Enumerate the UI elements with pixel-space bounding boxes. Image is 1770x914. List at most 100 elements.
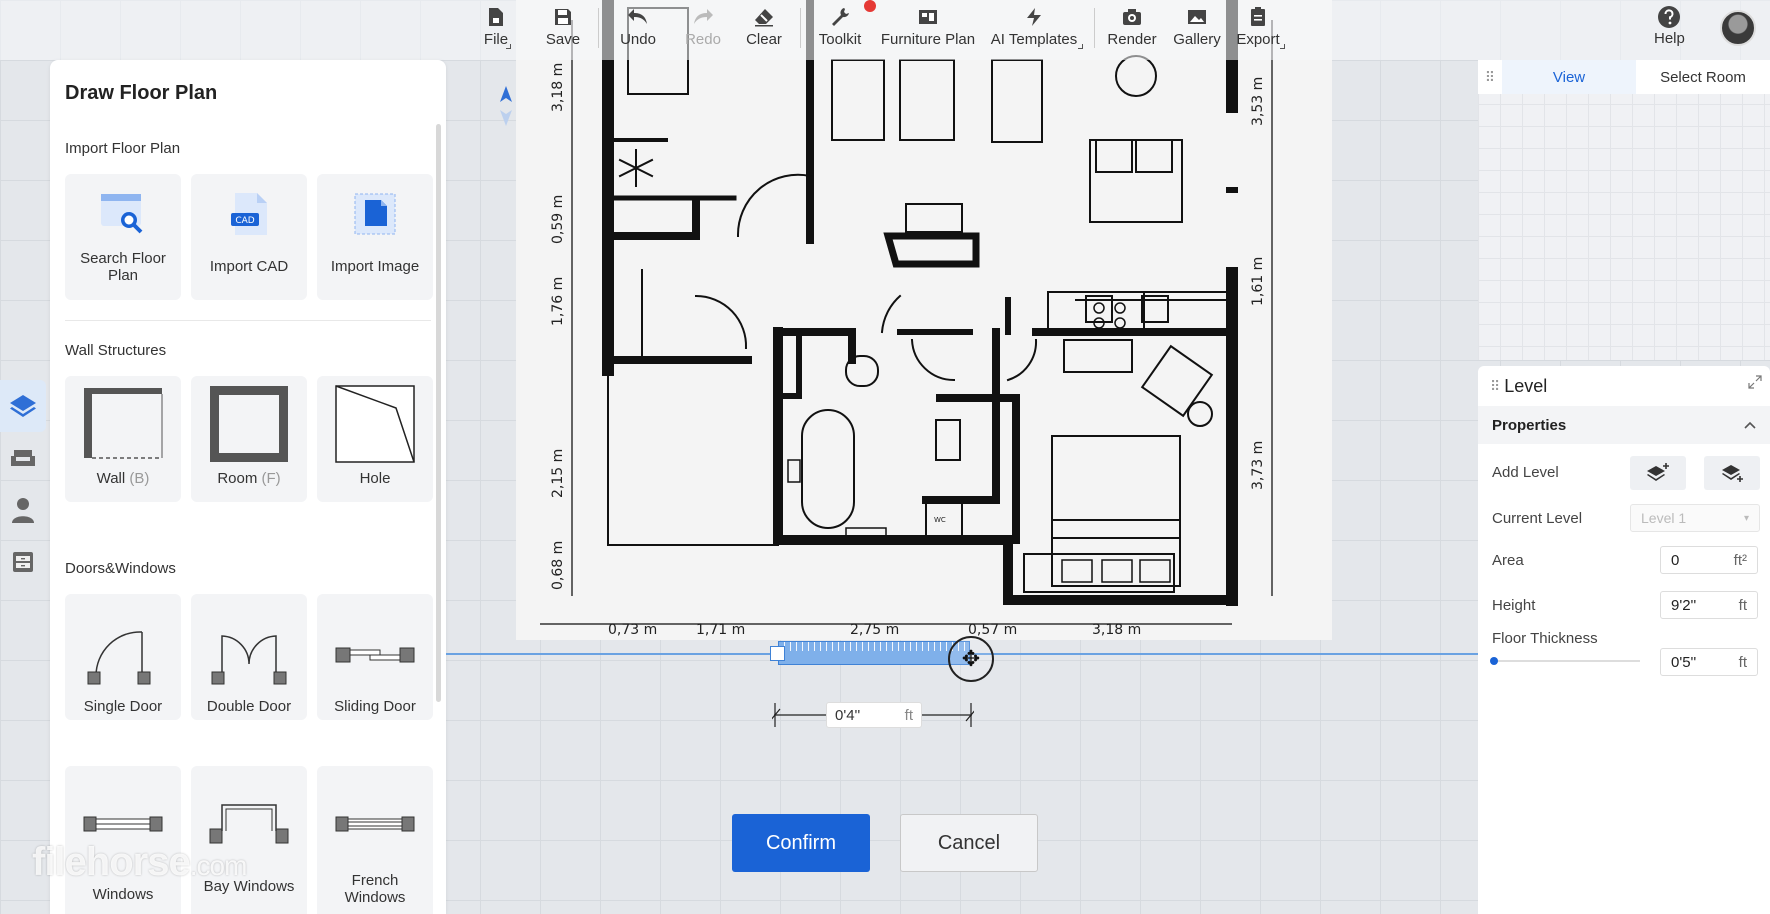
cad-icon-text: CAD bbox=[235, 216, 254, 226]
render-icon bbox=[1119, 4, 1145, 30]
undo-icon bbox=[625, 4, 651, 30]
single-door-label: Single Door bbox=[83, 698, 163, 715]
single-door-icon bbox=[82, 620, 164, 690]
eraser-icon bbox=[751, 4, 777, 30]
dimension-unit: ft bbox=[904, 706, 913, 724]
import-image-tile[interactable]: Import Image bbox=[317, 174, 433, 300]
file-icon bbox=[483, 4, 509, 30]
view-tabs: ⠿ View Select Room bbox=[1478, 60, 1770, 94]
rail-cabinet[interactable] bbox=[0, 536, 46, 588]
tab-view[interactable]: View bbox=[1502, 60, 1636, 94]
add-level-below-icon bbox=[1722, 465, 1743, 482]
floor-thickness-slider-handle[interactable] bbox=[1490, 657, 1498, 665]
room-shortcut: (F) bbox=[261, 470, 281, 487]
current-level-value: Level 1 bbox=[1641, 510, 1687, 526]
area-value: 0 bbox=[1671, 551, 1680, 569]
sliding-door-label: Sliding Door bbox=[334, 698, 416, 715]
french-windows-tile[interactable]: French Windows bbox=[317, 766, 433, 914]
add-level-above-button[interactable] bbox=[1630, 456, 1686, 490]
hole-tile[interactable]: Hole bbox=[317, 376, 433, 502]
search-floor-plan-tile[interactable]: Search Floor Plan bbox=[65, 174, 181, 300]
properties-title: Properties bbox=[1492, 416, 1567, 434]
ruler-start-handle[interactable] bbox=[770, 646, 785, 661]
floor-thickness-field[interactable]: 0'5'' ft bbox=[1660, 648, 1758, 676]
add-level-below-button[interactable] bbox=[1704, 456, 1760, 490]
toolkit-label: Toolkit bbox=[818, 31, 862, 48]
rail-furniture[interactable] bbox=[0, 432, 46, 484]
sliding-door-tile[interactable]: Sliding Door bbox=[317, 594, 433, 720]
room-icon bbox=[208, 386, 290, 462]
current-level-select[interactable]: Level 1 ▾ bbox=[1630, 504, 1760, 532]
search-floor-plan-label: Search Floor Plan bbox=[80, 250, 166, 284]
wall-section-title: Wall Structures bbox=[65, 342, 167, 359]
confirm-button[interactable]: Confirm bbox=[732, 814, 870, 872]
export-button[interactable]: Export bbox=[1234, 4, 1282, 52]
user-avatar[interactable] bbox=[1720, 10, 1756, 46]
drag-handle-icon[interactable]: ⠿ bbox=[1490, 378, 1500, 395]
dim-bottom-1: 0,73 m bbox=[608, 622, 657, 638]
import-image-label: Import Image bbox=[330, 258, 420, 275]
toolkit-button[interactable]: Toolkit bbox=[814, 4, 866, 52]
wall-shortcut: (B) bbox=[129, 470, 150, 487]
clear-button[interactable]: Clear bbox=[744, 4, 784, 52]
rail-user[interactable] bbox=[0, 484, 46, 536]
room-tile[interactable]: Room (F) bbox=[191, 376, 307, 502]
redo-icon bbox=[690, 4, 716, 30]
dimension-input[interactable]: 0'4'' ft bbox=[826, 702, 922, 728]
doors-section-title: Doors&Windows bbox=[65, 560, 176, 577]
wrench-icon bbox=[827, 4, 853, 30]
dim-right-3: 3,73 m bbox=[1250, 441, 1266, 490]
floor-thickness-slider[interactable] bbox=[1492, 660, 1640, 662]
sliding-door-icon bbox=[334, 620, 416, 690]
help-button[interactable]: Help bbox=[1654, 4, 1685, 47]
panel-scrollbar[interactable] bbox=[436, 124, 441, 702]
area-field[interactable]: 0 ft² bbox=[1660, 546, 1758, 574]
3d-view-preview[interactable] bbox=[1478, 60, 1770, 360]
toolbar-divider bbox=[598, 8, 599, 48]
room-name: Room bbox=[217, 470, 258, 487]
gallery-icon bbox=[1184, 4, 1210, 30]
redo-button[interactable]: Redo bbox=[684, 4, 722, 52]
import-cad-tile[interactable]: CAD Import CAD bbox=[191, 174, 307, 300]
height-value: 9'2'' bbox=[1671, 596, 1697, 614]
single-door-tile[interactable]: Single Door bbox=[65, 594, 181, 720]
save-icon bbox=[550, 4, 576, 30]
ai-templates-button[interactable]: AI Templates bbox=[988, 4, 1080, 52]
ai-templates-label: AI Templates bbox=[990, 31, 1078, 48]
gallery-button[interactable]: Gallery bbox=[1172, 4, 1222, 52]
expand-icon[interactable] bbox=[1748, 375, 1762, 389]
render-button[interactable]: Render bbox=[1106, 4, 1158, 52]
dim-left-5: 0,68 m bbox=[550, 541, 566, 590]
file-dropdown-indicator bbox=[506, 44, 511, 49]
dim-right-1: 3,53 m bbox=[1250, 77, 1266, 126]
properties-header[interactable]: Properties bbox=[1478, 406, 1770, 444]
dim-bottom-2: 1,71 m bbox=[696, 622, 745, 638]
save-button[interactable]: Save bbox=[544, 4, 582, 52]
rail-floor-plan[interactable] bbox=[0, 380, 46, 432]
person-icon bbox=[12, 498, 34, 523]
tab-select-room[interactable]: Select Room bbox=[1636, 60, 1770, 94]
wall-tile[interactable]: Wall (B) bbox=[65, 376, 181, 502]
render-label: Render bbox=[1107, 31, 1157, 48]
double-door-tile[interactable]: Double Door bbox=[191, 594, 307, 720]
undo-button[interactable]: Undo bbox=[618, 4, 658, 52]
furniture-plan-button[interactable]: Furniture Plan bbox=[878, 4, 978, 52]
floor-thickness-value: 0'5'' bbox=[1671, 653, 1697, 671]
furniture-plan-label: Furniture Plan bbox=[880, 31, 976, 48]
north-arrow-icon bbox=[500, 86, 512, 126]
cancel-button[interactable]: Cancel bbox=[900, 814, 1038, 872]
dim-bottom-5: 3,18 m bbox=[1092, 622, 1141, 638]
french-windows-label: French Windows bbox=[344, 872, 406, 906]
ruler-end-handle[interactable]: ✥ bbox=[948, 636, 994, 682]
import-section-title: Import Floor Plan bbox=[65, 140, 181, 157]
dim-right-2: 1,61 m bbox=[1250, 257, 1266, 306]
dim-bottom-3: 2,75 m bbox=[850, 622, 899, 638]
area-label: Area bbox=[1492, 552, 1524, 569]
height-field[interactable]: 9'2'' ft bbox=[1660, 591, 1758, 619]
export-label: Export bbox=[1236, 31, 1280, 48]
search-floor-plan-icon bbox=[99, 186, 147, 242]
floor-thickness-label: Floor Thickness bbox=[1492, 630, 1598, 647]
drag-handle-icon[interactable]: ⠿ bbox=[1478, 60, 1502, 94]
measure-ruler[interactable] bbox=[778, 641, 970, 665]
floor-plan-image[interactable]: 3,18 m 0,59 m 1,76 m 2,15 m 0,68 m 3,53 … bbox=[516, 0, 1332, 640]
